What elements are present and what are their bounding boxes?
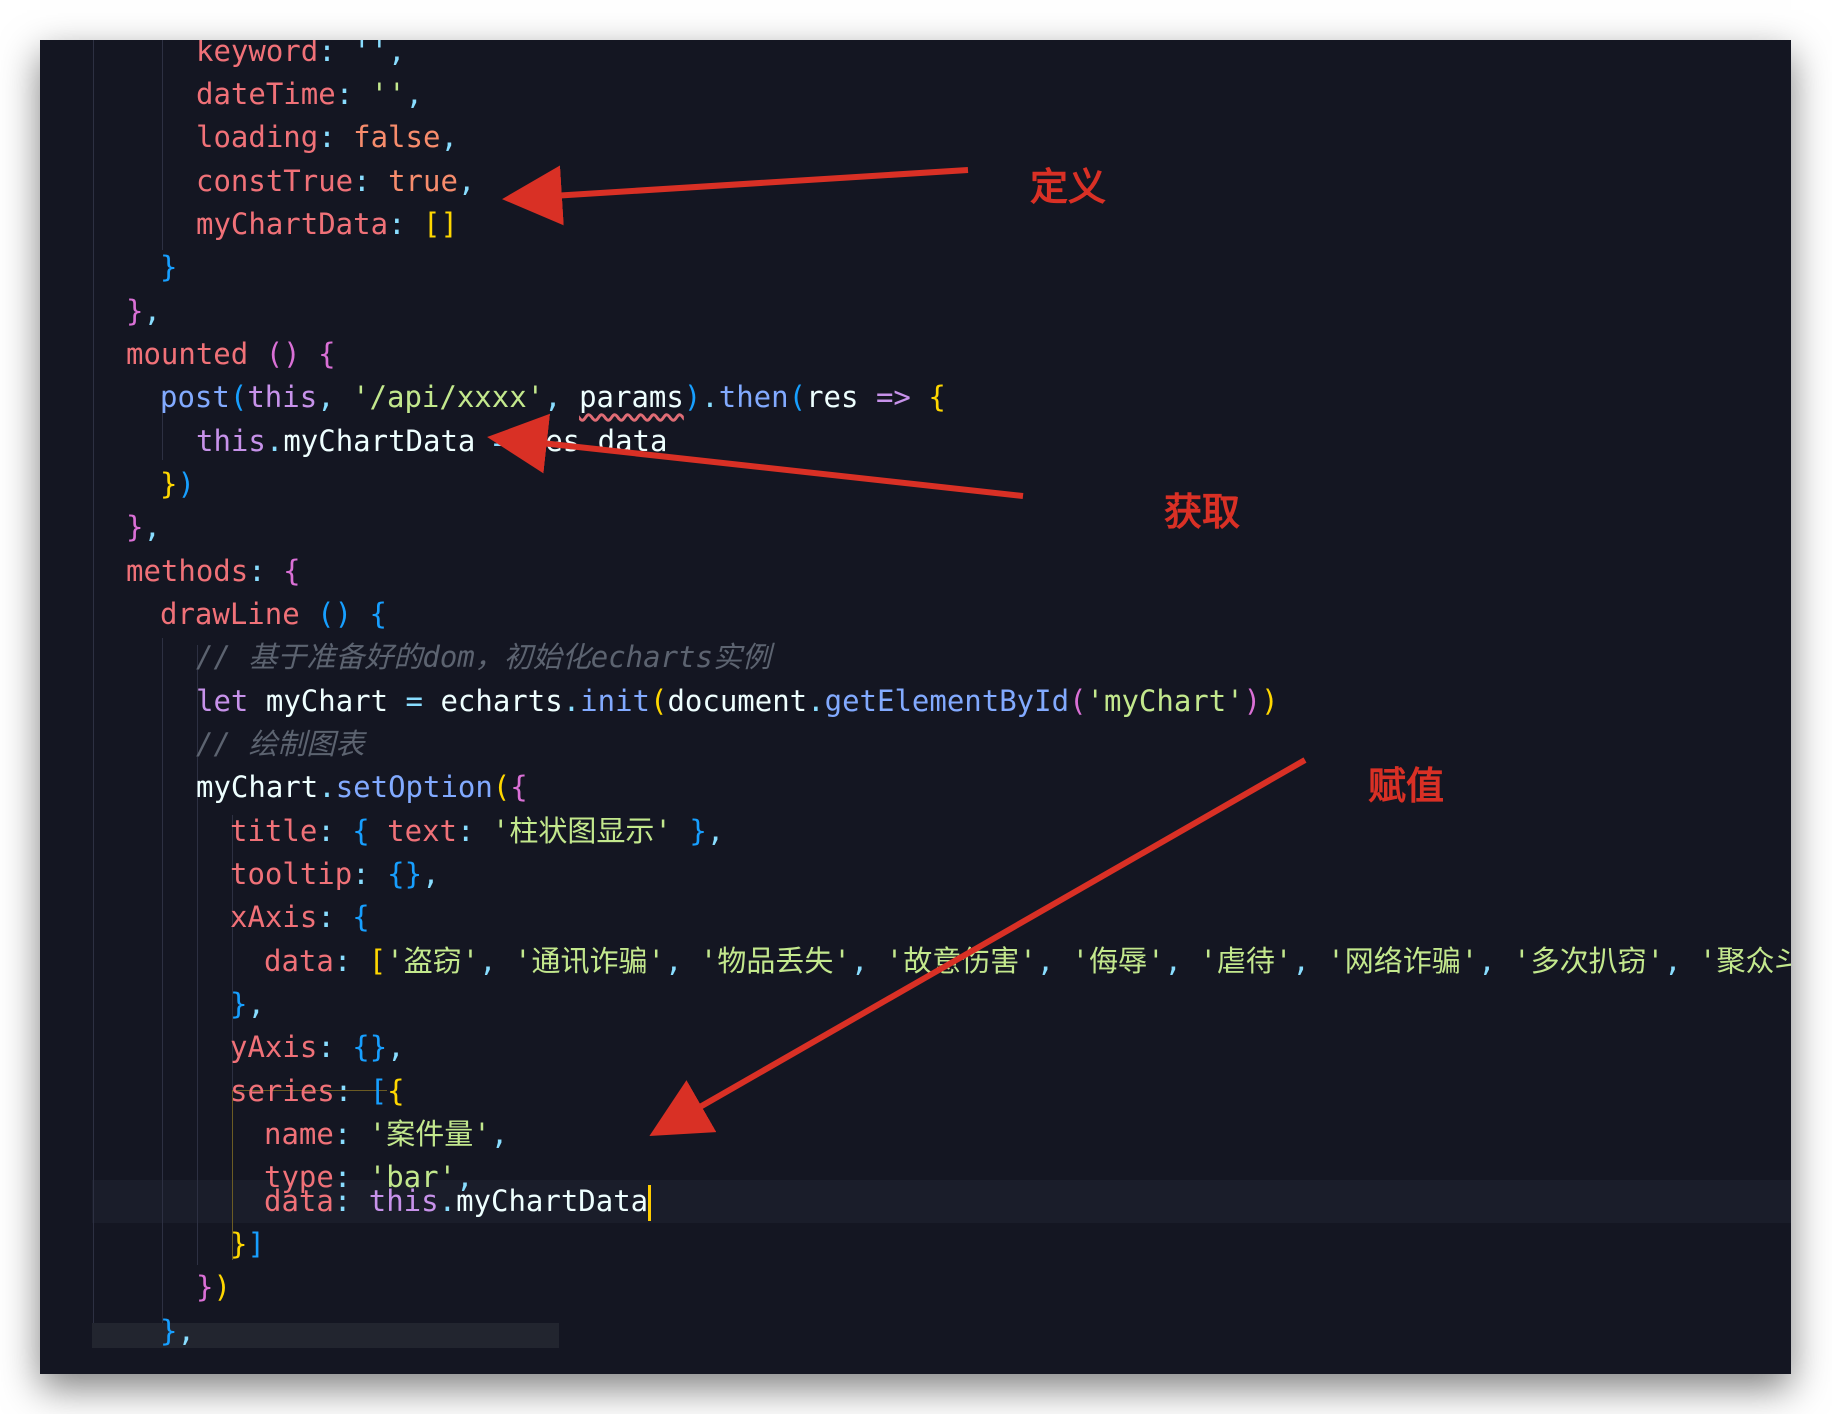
annotation-fetch: 获取 (1164, 490, 1241, 534)
arrow-define (502, 165, 969, 226)
arrow-fetch (487, 413, 1024, 499)
annotation-arrows (487, 165, 1307, 1136)
annotation-assign: 赋值 (1368, 764, 1445, 808)
annotation-define: 定义 (1030, 165, 1107, 209)
arrow-assign (649, 757, 1307, 1136)
code-editor-window: keyword: '', dateTime: '', loading: fals… (40, 40, 1791, 1374)
